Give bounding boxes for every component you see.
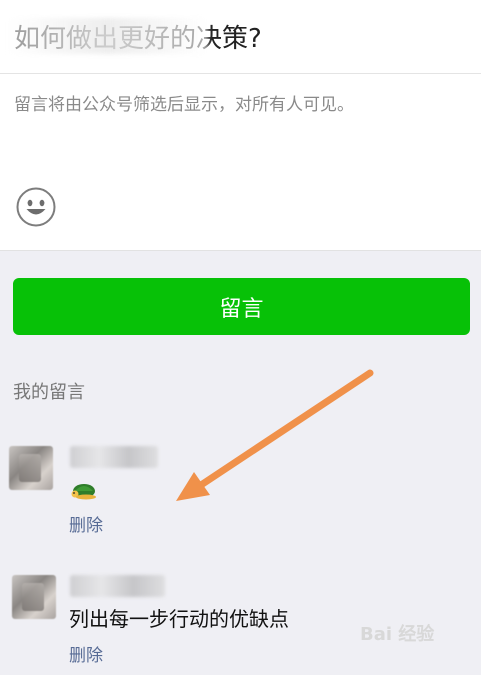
watermark: Bai 经验 xyxy=(360,624,435,645)
annotation-arrow xyxy=(176,369,374,501)
